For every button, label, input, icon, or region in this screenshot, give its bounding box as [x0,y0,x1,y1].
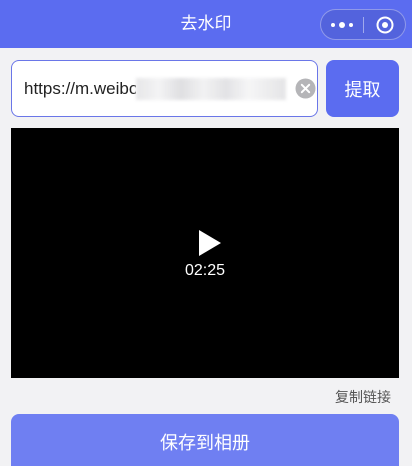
video-duration: 02:25 [184,262,226,279]
navigation-bar: 去水印 [0,0,412,48]
save-to-album-button[interactable]: 保存到相册 [11,414,399,466]
url-input[interactable]: https://m.weibo [11,60,318,117]
more-button[interactable] [321,10,363,39]
close-button[interactable] [364,10,406,39]
copy-link-button[interactable]: 复制链接 [335,387,391,407]
redacted-url-blur [136,78,286,100]
url-input-value[interactable]: https://m.weibo [24,61,136,116]
mini-program-capsule [320,9,406,40]
more-dots-icon [331,21,353,28]
target-circle-icon [376,16,394,33]
play-triangle-icon[interactable] [194,228,224,258]
clear-x-circle-icon[interactable] [295,78,316,99]
video-player[interactable]: 02:25 [11,128,399,378]
extract-button[interactable]: 提取 [326,60,399,117]
